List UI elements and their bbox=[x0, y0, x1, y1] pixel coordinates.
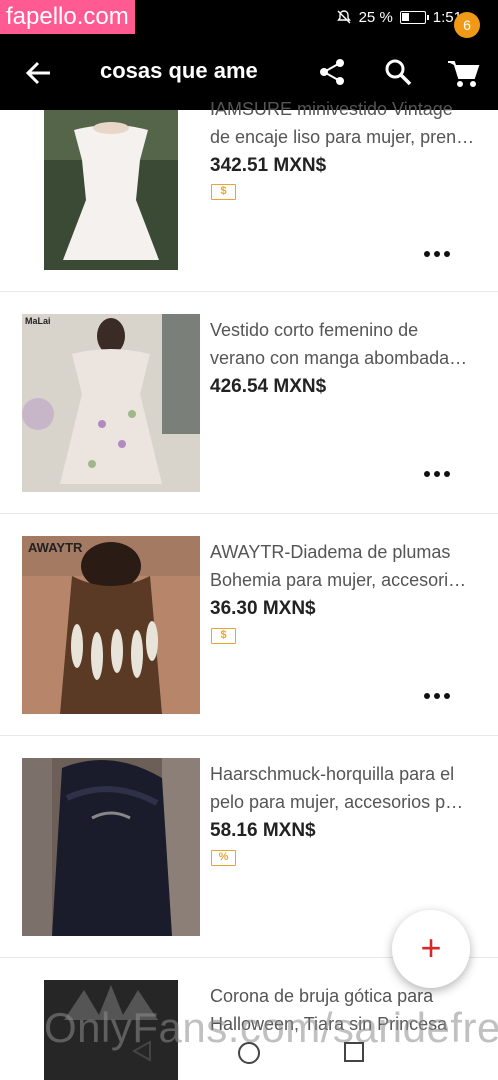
hair-clip-image bbox=[22, 758, 200, 936]
product-title[interactable]: Vestido corto femenino de verano con man… bbox=[210, 316, 482, 372]
more-options-icon[interactable] bbox=[424, 249, 450, 259]
product-title-line: de encaje liso para mujer, pren… bbox=[210, 127, 475, 147]
product-image[interactable]: AWAYTR bbox=[22, 536, 200, 714]
product-image[interactable] bbox=[22, 758, 200, 936]
product-price: 58.16 MXN$ bbox=[210, 820, 316, 841]
add-fab-button[interactable]: + bbox=[392, 910, 470, 988]
product-title[interactable]: IAMSURE minivestido Vintage de encaje li… bbox=[210, 95, 482, 151]
coupon-badge: $ bbox=[211, 628, 236, 644]
coupon-badge: % bbox=[211, 850, 236, 866]
more-options-icon[interactable] bbox=[424, 469, 450, 479]
product-price: 36.30 MXN$ bbox=[210, 598, 316, 619]
product-title-line: Haarschmuck-horquilla para el bbox=[210, 764, 455, 784]
product-title-line: Vestido corto femenino de bbox=[210, 320, 419, 340]
product-title[interactable]: Haarschmuck-horquilla para el pelo para … bbox=[210, 760, 482, 816]
product-title-line: IAMSURE minivestido Vintage bbox=[210, 99, 453, 119]
nav-recent-icon[interactable] bbox=[344, 1042, 364, 1062]
thumb-label: AWAYTR bbox=[28, 540, 83, 555]
product-title-line: Bohemia para mujer, accesori… bbox=[210, 570, 467, 590]
product-title-line: verano con manga abombada… bbox=[210, 348, 468, 368]
coupon-badge: $ bbox=[211, 184, 236, 200]
product-image[interactable] bbox=[44, 110, 178, 270]
nav-back-icon[interactable] bbox=[132, 1040, 152, 1062]
floral-dress-image bbox=[22, 314, 200, 492]
nav-home-icon[interactable] bbox=[238, 1042, 260, 1064]
dress-white-image bbox=[44, 110, 178, 270]
product-title-line: pelo para mujer, accesorios p… bbox=[210, 792, 464, 812]
more-options-icon[interactable] bbox=[424, 691, 450, 701]
product-title-line: AWAYTR-Diadema de plumas bbox=[210, 542, 451, 562]
system-nav-bar bbox=[0, 1022, 498, 1080]
product-price: 426.54 MXN$ bbox=[210, 376, 327, 397]
feather-headband-image bbox=[22, 536, 200, 714]
product-price: 342.51 MXN$ bbox=[210, 155, 327, 176]
list-item[interactable]: AWAYTR AWAYTR-Diadema de plumas Bohemia … bbox=[0, 514, 498, 736]
list-item[interactable]: IAMSURE minivestido Vintage de encaje li… bbox=[0, 0, 498, 292]
product-image[interactable]: MaLai bbox=[22, 314, 200, 492]
product-title[interactable]: AWAYTR-Diadema de plumas Bohemia para mu… bbox=[210, 538, 482, 594]
list-item[interactable]: MaLai Vestido corto femenino de verano c… bbox=[0, 292, 498, 514]
screen: fapello.com 25 % 1:51 cosas que ame 6 IA… bbox=[0, 0, 498, 1080]
thumb-label: MaLai bbox=[25, 316, 51, 326]
